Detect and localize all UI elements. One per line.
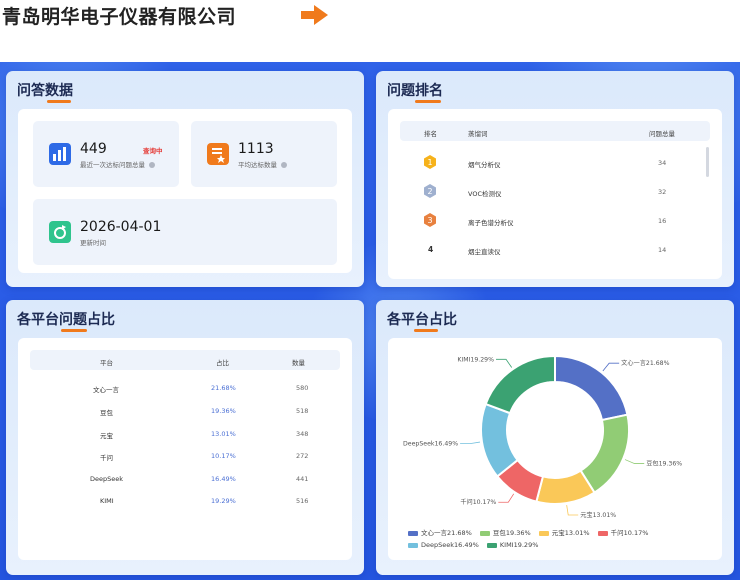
svg-text:3: 3 [427,216,432,225]
leader-line [624,459,645,464]
table-cell: 烟气分析仪 [468,161,501,169]
column-header-total: 问题总量 [649,130,675,138]
table-cell: 豆包 [100,409,113,417]
chart-area: 文心一言21.68% 豆包19.36% 元宝13.01% 千问10.17% DeepSe… [388,338,722,560]
rank-number: 4 [428,245,434,254]
legend-item[interactable]: 文心一言21.68% [408,528,472,539]
refresh-icon [49,221,71,243]
platform-table: 平台 占比 数量 文心一言 21.68% 580 豆包 19.36% 518 元… [18,338,352,560]
slice-label: 千问10.17% [460,498,496,506]
slice-label: DeepSeek16.49% [403,441,458,448]
table-cell: 19.36% [211,407,236,415]
dashboard-background: 问答数据 449 查询中 最近一次达标问题总量 1113 平均达标数量 2026… [0,62,740,580]
legend-item[interactable]: 豆包19.36% [479,528,531,539]
stat-card-average[interactable]: 1113 平均达标数量 [191,121,337,187]
leader-line [496,358,513,368]
legend-item[interactable]: DeepSeek16.49% [408,540,479,551]
table-cell: 离子色谱分析仪 [468,219,514,227]
stat-value: 449 [80,141,107,157]
status-badge: 查询中 [143,147,163,155]
table-cell: 34 [658,159,667,167]
panel-title: 各平台占比 [387,312,457,328]
leader-line [602,362,620,372]
pie-slice[interactable] [480,402,520,478]
pie-slice[interactable] [554,354,629,422]
leader-line [460,441,481,445]
scrollbar[interactable] [706,147,709,177]
qa-content: 449 查询中 最近一次达标问题总量 1113 平均达标数量 2026-04-0… [18,109,352,273]
legend-item[interactable]: 元宝13.01% [538,528,590,539]
legend-item[interactable]: 千问10.17% [597,528,648,539]
legend-item[interactable]: KIMI19.29% [486,540,538,551]
chart-bar-icon [49,143,71,165]
gold-medal-icon: 1 [424,155,436,169]
table-cell: 13.01% [211,430,236,438]
bronze-medal-icon: 3 [424,213,436,227]
chart-legend: 文心一言21.68% 豆包19.36% 元宝13.01% 千问10.17% De… [408,528,718,552]
platform-chart-panel: 各平台占比 文心一言21.68% 豆包19.36% 元宝13.01% 千问10.17%… [376,300,734,575]
table-cell: 元宝 [100,432,113,440]
stat-card-questions[interactable]: 449 查询中 最近一次达标问题总量 [33,121,179,187]
table-cell: 千问 [100,454,113,462]
panel-title: 问答数据 [17,83,73,99]
table-cell: 烟尘直读仪 [468,248,501,256]
table-cell: VOC检测仪 [468,190,502,198]
info-icon[interactable] [149,162,155,168]
table-cell: 348 [296,430,309,438]
company-name: 青岛明华电子仪器有限公司 [2,6,237,28]
stat-label: 平均达标数量 [238,159,287,169]
table-cell: 518 [296,407,309,415]
arrow-right-icon[interactable] [300,3,330,27]
column-header-rank: 排名 [424,130,437,138]
rank-content: 排名 蒸馏词 问题总量 1 烟气分析仪 34 2 VOC检测仪 32 3 离子色… [388,109,722,279]
table-cell: 441 [296,475,309,483]
qa-data-panel: 问答数据 449 查询中 最近一次达标问题总量 1113 平均达标数量 2026… [6,71,364,287]
table-cell: 16 [658,217,667,225]
column-header-keyword: 蒸馏词 [468,130,488,138]
table-cell: 32 [658,188,667,196]
table-cell: 10.17% [211,452,236,460]
leader-line [498,493,515,503]
table-cell: 文心一言 [93,386,119,394]
table-cell: 272 [296,452,309,460]
stat-label: 最近一次达标问题总量 [80,159,155,169]
slice-label: 文心一言21.68% [621,359,669,367]
table-cell: 14 [658,246,667,254]
table-cell: 19.29% [211,497,236,505]
stat-label: 更新时间 [80,239,106,247]
svg-text:2: 2 [427,187,432,196]
table-cell: DeepSeek [90,475,124,483]
rank-panel: 问题排名 排名 蒸馏词 问题总量 1 烟气分析仪 34 2 VOC检测仪 32 … [376,71,734,287]
leader-line [566,505,579,516]
slice-label: 元宝13.01% [580,511,616,518]
slice-label: KIMI19.29% [457,356,494,363]
slice-label: 豆包19.36% [646,459,682,467]
table-cell: 21.68% [211,384,236,392]
table-cell: 516 [296,497,309,505]
stat-value: 1113 [238,141,274,157]
column-header-platform: 平台 [100,359,113,367]
donut-chart: 文心一言21.68% 豆包19.36% 元宝13.01% 千问10.17% DeepSe… [403,354,682,518]
column-header-ratio: 占比 [216,359,229,367]
top-bar: 青岛明华电子仪器有限公司 [0,0,740,62]
stat-card-update[interactable]: 2026-04-01 更新时间 [33,199,337,265]
info-icon[interactable] [281,162,287,168]
panel-title: 各平台问题占比 [17,312,115,328]
table-cell: 580 [296,384,309,392]
silver-medal-icon: 2 [424,184,436,198]
table-cell: KIMI [100,497,114,505]
stat-value: 2026-04-01 [80,219,162,235]
pie-slice[interactable] [484,354,556,415]
document-star-icon [207,143,229,165]
table-cell: 16.49% [211,475,236,483]
column-header-count: 数量 [292,359,305,367]
svg-text:1: 1 [427,158,432,167]
platform-table-panel: 各平台问题占比 平台 占比 数量 文心一言 21.68% 580 豆包 19.3… [6,300,364,575]
panel-title: 问题排名 [387,83,443,99]
